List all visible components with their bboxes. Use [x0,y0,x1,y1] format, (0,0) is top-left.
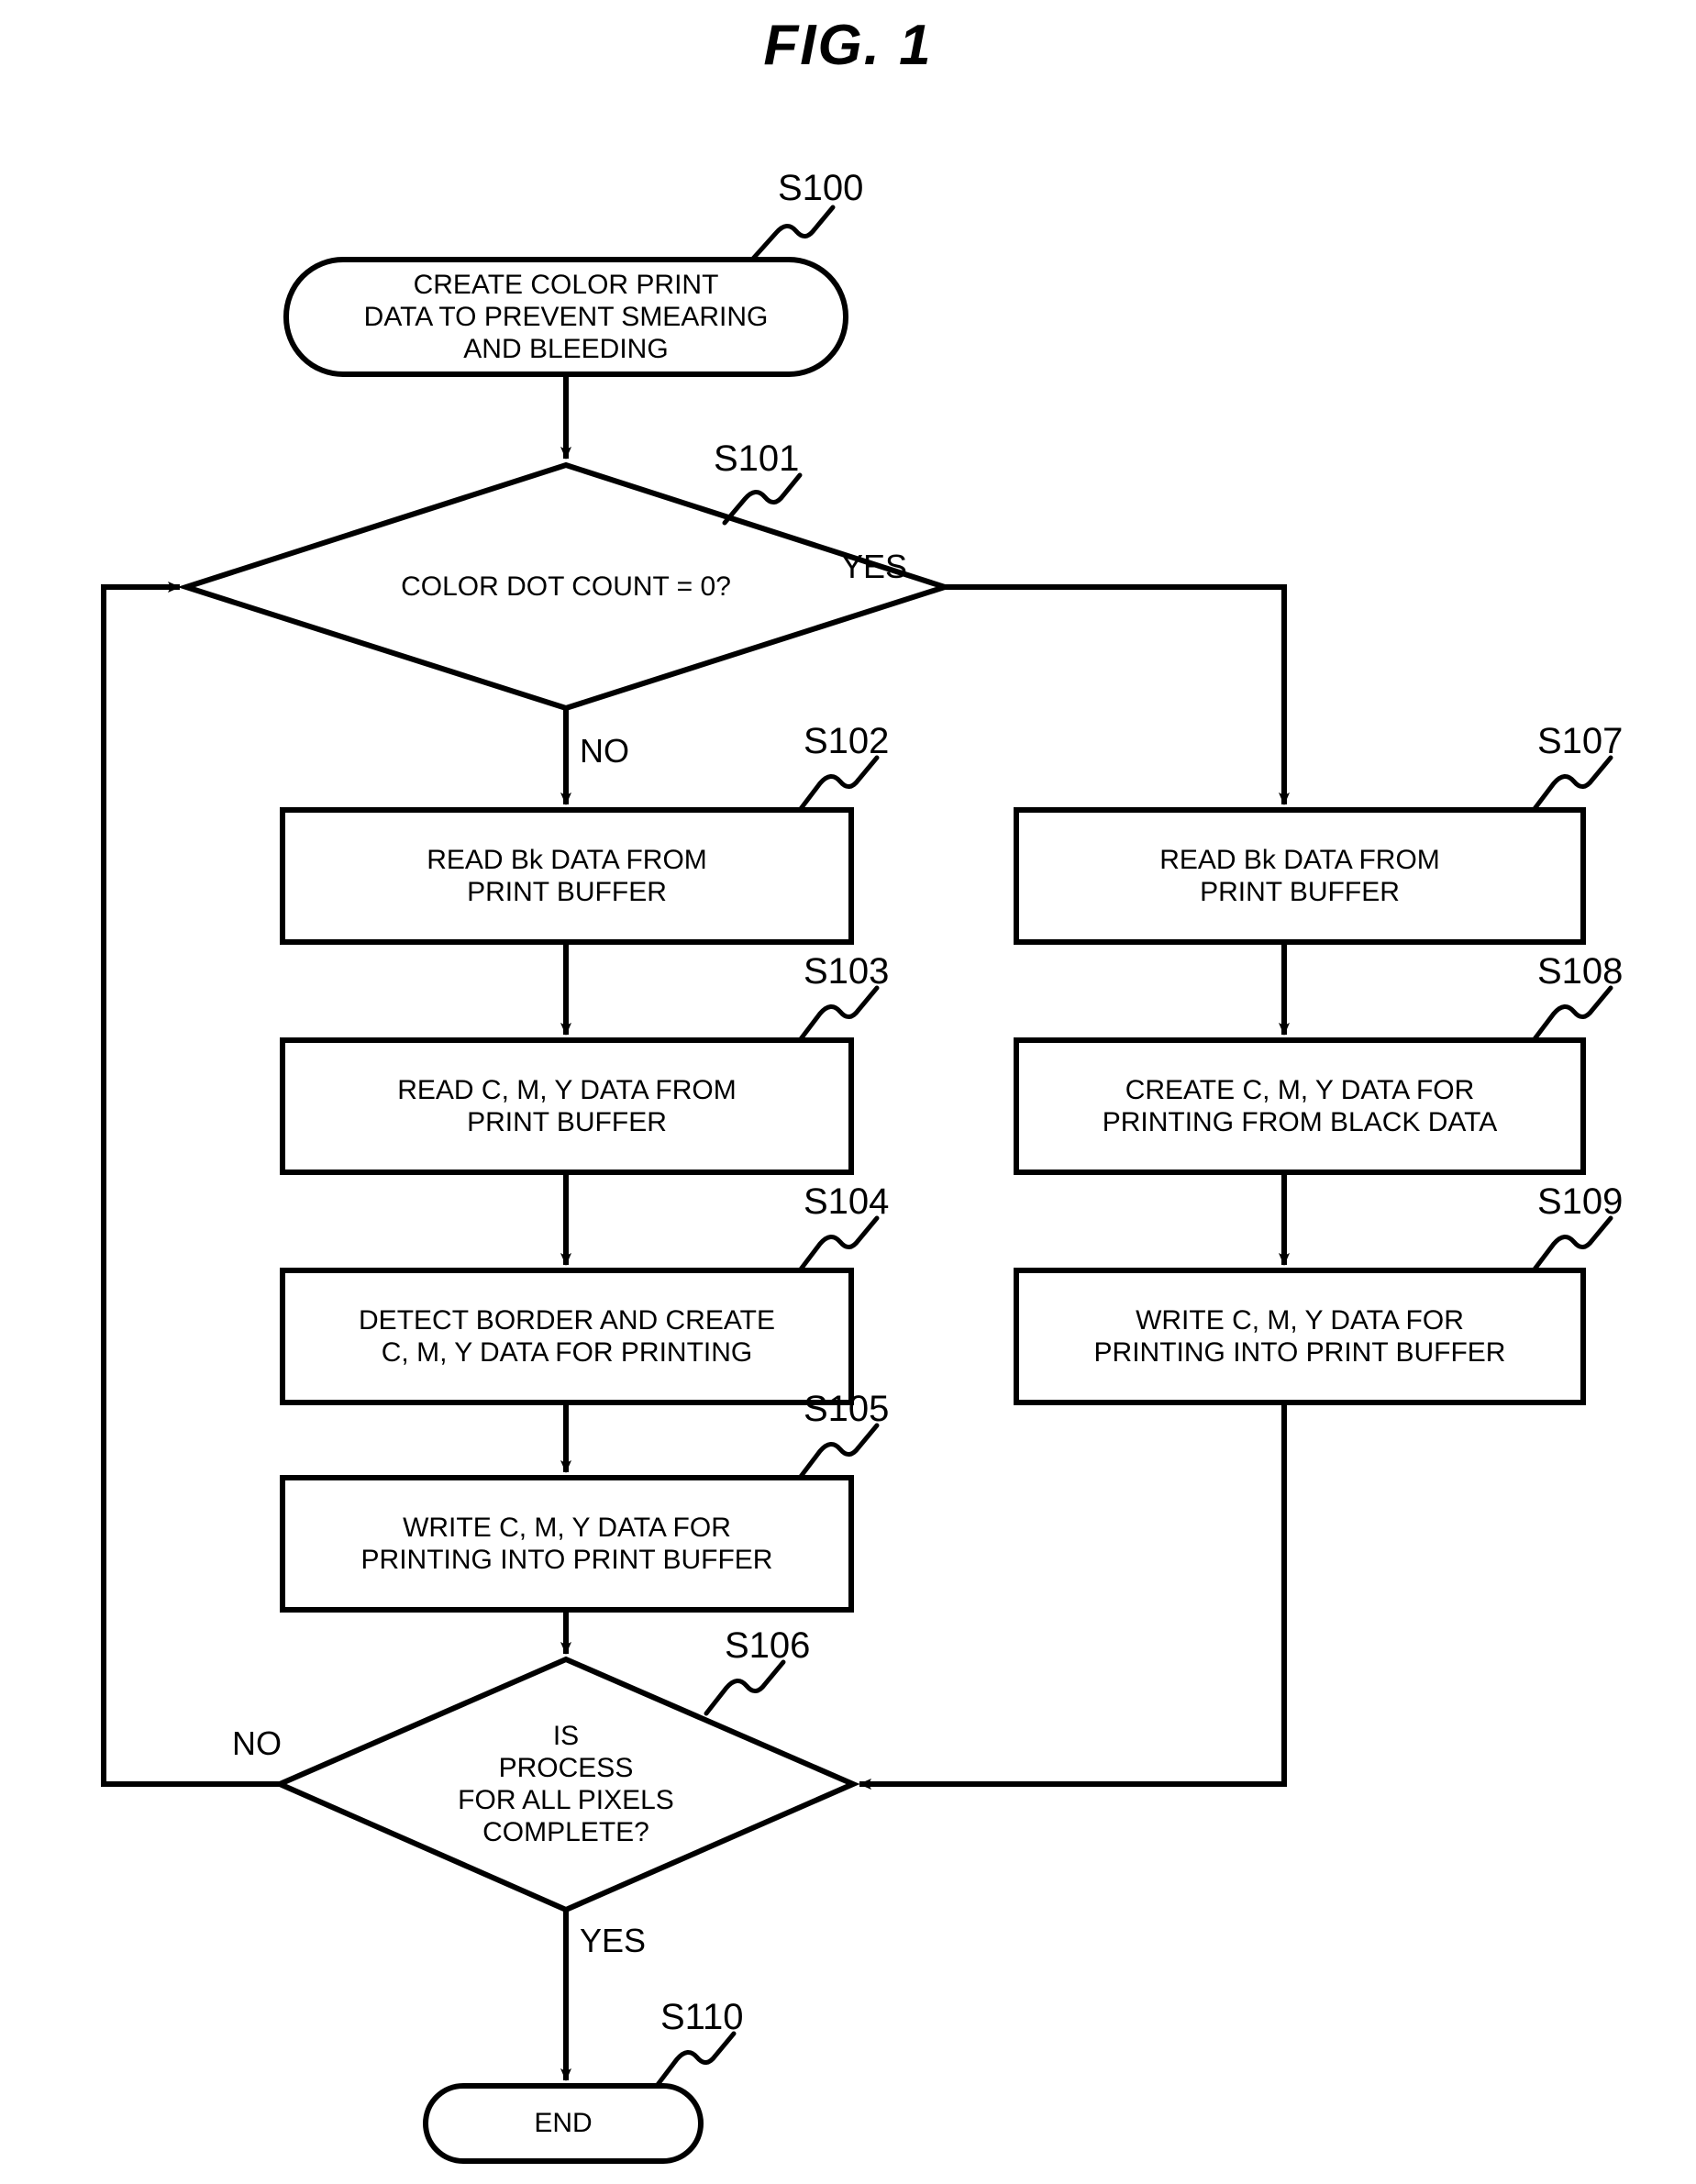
step-id-s100: S100 [778,168,864,208]
leader-s100 [749,205,836,262]
leader-s109 [1531,1215,1613,1273]
leader-s102 [797,755,880,813]
figure-page: FIG. 1 CREATE COLOR PRINT DATA TO PREVEN… [0,0,1696,2184]
step-id-s108: S108 [1537,951,1624,992]
leader-s108 [1531,985,1613,1043]
step-id-s106: S106 [725,1625,811,1666]
edge-s101-yes-s107 [945,584,1290,805]
step-id-s109: S109 [1537,1181,1624,1222]
edge-label-s101-yes: YES [841,548,908,585]
edge-label-s106-no: NO [232,1724,282,1762]
edge-label-s101-no: NO [580,732,629,770]
leader-s105 [797,1423,880,1480]
node-label-s110: END [534,2108,593,2139]
step-id-s110: S110 [660,1997,744,2037]
node-label-s101: COLOR DOT COUNT = 0? [401,571,731,603]
node-label-s105: WRITE C, M, Y DATA FOR PRINTING INTO PRI… [360,1512,773,1575]
leader-s103 [797,985,880,1043]
node-label-s109: WRITE C, M, Y DATA FOR PRINTING INTO PRI… [1093,1304,1506,1368]
leader-s110 [654,2031,737,2089]
node-label-s107: READ Bk DATA FROM PRINT BUFFER [1159,844,1440,907]
step-id-s104: S104 [804,1181,890,1222]
leader-s104 [797,1215,880,1273]
node-label-s108: CREATE C, M, Y DATA FOR PRINTING FROM BL… [1102,1074,1498,1137]
step-id-s107: S107 [1537,721,1624,761]
step-id-s102: S102 [804,721,890,761]
step-id-s105: S105 [804,1389,890,1429]
leader-s101 [722,472,803,526]
step-id-s103: S103 [804,951,890,992]
node-label-s104: DETECT BORDER AND CREATE C, M, Y DATA FO… [359,1304,775,1368]
step-id-s101: S101 [714,438,800,479]
node-label-s100: CREATE COLOR PRINT DATA TO PREVENT SMEAR… [363,269,769,365]
edge-s109-s106 [859,1402,1287,1790]
node-label-s102: READ Bk DATA FROM PRINT BUFFER [427,844,707,907]
leader-s107 [1531,755,1613,813]
node-label-s106: IS PROCESS FOR ALL PIXELS COMPLETE? [458,1720,674,1848]
edge-label-s106-yes: YES [580,1922,647,1959]
node-label-s103: READ C, M, Y DATA FROM PRINT BUFFER [397,1074,737,1137]
edge-s106-no-s101 [101,582,280,1787]
